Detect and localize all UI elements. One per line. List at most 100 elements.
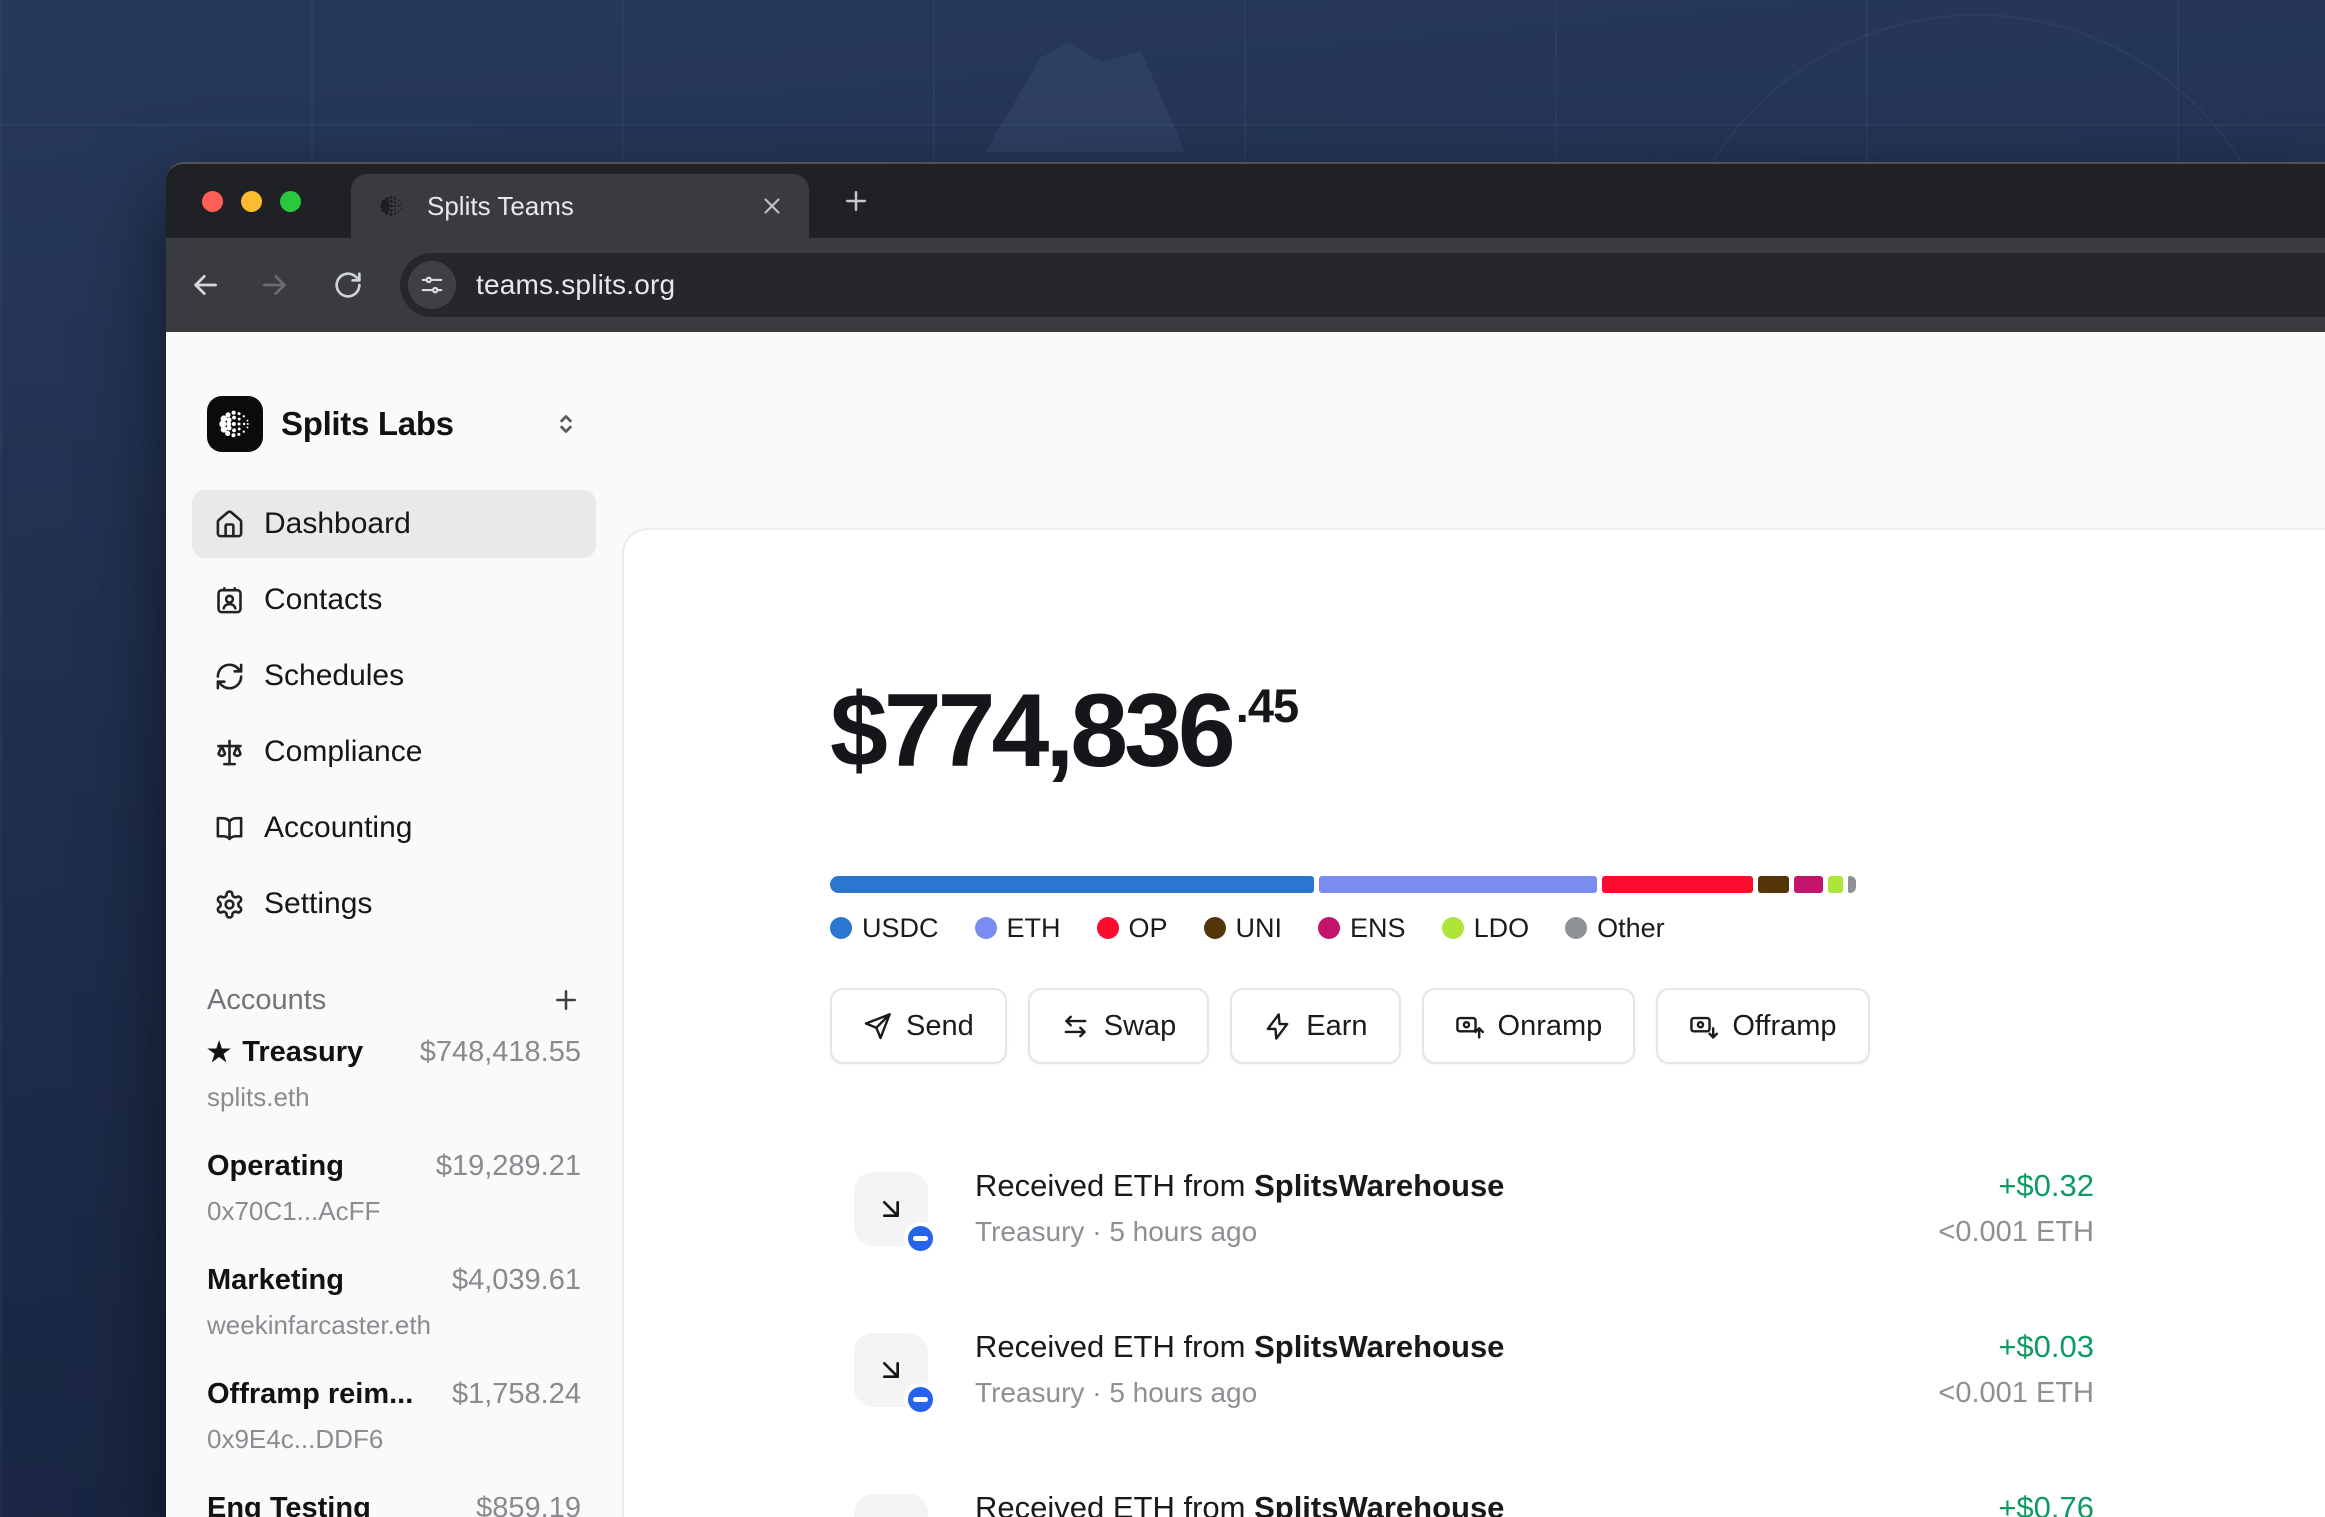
counterparty-name: SplitsWarehouse bbox=[1254, 1490, 1505, 1517]
transaction-row[interactable]: Received ETH from SplitsWarehouseTreasur… bbox=[830, 1168, 2094, 1329]
received-transaction-icon bbox=[854, 1172, 937, 1255]
onramp-button[interactable]: Onramp bbox=[1421, 988, 1636, 1064]
earn-button[interactable]: Earn bbox=[1230, 988, 1401, 1064]
sidebar-item-label: Contacts bbox=[264, 583, 383, 616]
legend-dot-icon bbox=[1318, 917, 1341, 939]
transaction-amounts: +$0.03 <0.001 ETH bbox=[1938, 1329, 2094, 1410]
transaction-row[interactable]: Received ETH from SplitsWarehouseTreasur… bbox=[830, 1490, 2094, 1517]
sidebar-item-label: Schedules bbox=[264, 659, 405, 692]
transaction-eth-amount: <0.001 ETH bbox=[1938, 1216, 2094, 1248]
legend-label: UNI bbox=[1235, 912, 1283, 943]
account-name: Eng Testing bbox=[207, 1492, 371, 1517]
address-bar[interactable]: teams.splits.org bbox=[400, 253, 2325, 317]
action-buttons: Send Swap Earn Onramp Offramp bbox=[830, 988, 1870, 1064]
balance-whole: $774,836 bbox=[830, 673, 1236, 789]
sidebar-item-settings[interactable]: Settings bbox=[192, 870, 596, 938]
legend-label: LDO bbox=[1473, 912, 1530, 943]
allocation-segment-eth bbox=[1319, 876, 1598, 893]
browser-tab[interactable]: Splits Teams bbox=[351, 174, 809, 238]
transaction-meta: Treasury · 5 hours ago bbox=[975, 1216, 1258, 1247]
send-button[interactable]: Send bbox=[830, 988, 1007, 1064]
legend-item-other: Other bbox=[1565, 913, 1665, 944]
accounts-title: Accounts bbox=[207, 983, 327, 1016]
contact-icon bbox=[214, 585, 245, 616]
transaction-title: Received ETH from SplitsWarehouse bbox=[975, 1329, 1505, 1364]
legend-label: Other bbox=[1597, 912, 1665, 943]
legend-item-op: OP bbox=[1096, 913, 1168, 944]
sidebar-item-schedules[interactable]: Schedules bbox=[192, 642, 596, 710]
legend-dot-icon bbox=[1203, 917, 1226, 939]
transaction-usd-amount: +$0.76 bbox=[1998, 1490, 2094, 1517]
legend-dot-icon bbox=[1441, 917, 1464, 939]
allocation-segment-usdc bbox=[830, 876, 1315, 893]
sidebar-item-label: Compliance bbox=[264, 735, 423, 768]
sidebar-item-compliance[interactable]: Compliance bbox=[192, 718, 596, 786]
sidebar-nav: Dashboard Contacts Schedules Compliance Acco… bbox=[192, 490, 596, 938]
account-row-offramp-reim-[interactable]: Offramp reim... $1,758.24 0x9E4c...DDF6 bbox=[192, 1378, 596, 1458]
balance-fraction: .45 bbox=[1235, 679, 1299, 732]
book-icon bbox=[214, 813, 245, 844]
new-tab-button[interactable] bbox=[834, 179, 878, 223]
account-row-marketing[interactable]: Marketing $4,039.61 weekinfarcaster.eth bbox=[192, 1264, 596, 1344]
legend-dot-icon bbox=[974, 917, 997, 939]
offramp-button[interactable]: Offramp bbox=[1656, 988, 1870, 1064]
workspace-switcher[interactable]: Splits Labs bbox=[192, 396, 596, 452]
swap-button[interactable]: Swap bbox=[1027, 988, 1210, 1064]
window-minimize-button[interactable] bbox=[241, 190, 262, 212]
browser-tab-strip: Splits Teams bbox=[166, 164, 2325, 238]
workspace-name: Splits Labs bbox=[281, 405, 454, 442]
action-label: Swap bbox=[1103, 1009, 1177, 1042]
account-name: ★ Treasury bbox=[207, 1036, 364, 1068]
legend-item-usdc: USDC bbox=[830, 913, 939, 944]
forward-button[interactable] bbox=[253, 263, 297, 307]
transaction-amounts: +$0.76<0.001 ETH bbox=[1938, 1490, 2094, 1517]
add-account-button[interactable] bbox=[551, 985, 581, 1015]
account-address: 0x9E4c...DDF6 bbox=[207, 1424, 384, 1454]
legend-item-eth: ETH bbox=[974, 912, 1061, 944]
allocation-segment-ens bbox=[1794, 876, 1823, 893]
account-row-operating[interactable]: Operating $19,289.21 0x70C1...AcFF bbox=[192, 1150, 596, 1230]
swap-icon bbox=[1061, 1012, 1090, 1041]
counterparty-name: SplitsWarehouse bbox=[1254, 1168, 1505, 1203]
transaction-row[interactable]: Received ETH from SplitsWarehouse Treasur… bbox=[830, 1329, 2094, 1490]
sidebar-item-label: Settings bbox=[264, 887, 373, 920]
transaction-eth-amount: <0.001 ETH bbox=[1938, 1377, 2094, 1409]
transaction-list: Received ETH from SplitsWarehouse Treasur… bbox=[830, 1168, 2094, 1517]
chain-badge-icon bbox=[904, 1222, 937, 1255]
account-row-treasury[interactable]: ★ Treasury $748,418.55 splits.eth bbox=[192, 1036, 596, 1116]
account-name: Operating bbox=[207, 1150, 344, 1182]
reload-button[interactable] bbox=[326, 263, 370, 307]
legend-dot-icon bbox=[1565, 917, 1588, 939]
action-label: Earn bbox=[1306, 1009, 1368, 1042]
transaction-meta: Treasury · 5 hours ago bbox=[975, 1377, 1258, 1408]
gear-icon bbox=[214, 889, 245, 920]
transaction-amounts: +$0.32 <0.001 ETH bbox=[1938, 1168, 2094, 1249]
account-row-eng-testing[interactable]: Eng Testing $859.19 bbox=[192, 1492, 596, 1517]
account-address: splits.eth bbox=[207, 1082, 310, 1112]
legend-label: ETH bbox=[1006, 912, 1061, 943]
scale-icon bbox=[214, 737, 245, 768]
account-address: 0x70C1...AcFF bbox=[207, 1196, 381, 1226]
tab-close-icon[interactable] bbox=[759, 193, 785, 219]
legend-item-uni: UNI bbox=[1203, 912, 1283, 944]
received-transaction-icon bbox=[854, 1494, 928, 1517]
action-label: Send bbox=[906, 1009, 974, 1042]
sidebar-item-contacts[interactable]: Contacts bbox=[192, 566, 596, 634]
back-button[interactable] bbox=[183, 263, 227, 307]
window-zoom-button[interactable] bbox=[280, 190, 301, 212]
received-transaction-icon bbox=[854, 1333, 937, 1416]
transaction-title: Received ETH from SplitsWarehouse bbox=[975, 1490, 1504, 1517]
legend-item-ldo: LDO bbox=[1441, 912, 1530, 944]
sidebar-item-accounting[interactable]: Accounting bbox=[192, 794, 596, 862]
action-label: Offramp bbox=[1732, 1009, 1837, 1042]
window-close-button[interactable] bbox=[202, 190, 223, 212]
allocation-segment-other bbox=[1847, 876, 1856, 893]
site-info-button[interactable] bbox=[408, 261, 456, 309]
sidebar-item-label: Dashboard bbox=[264, 507, 411, 540]
chain-badge-icon bbox=[904, 1383, 937, 1416]
sidebar-item-dashboard[interactable]: Dashboard bbox=[192, 490, 596, 558]
window-controls bbox=[202, 164, 301, 238]
transaction-texts: Received ETH from SplitsWarehouse Treasur… bbox=[975, 1329, 1504, 1409]
sidebar-item-label: Accounting bbox=[264, 811, 413, 844]
splits-logo bbox=[207, 396, 263, 452]
